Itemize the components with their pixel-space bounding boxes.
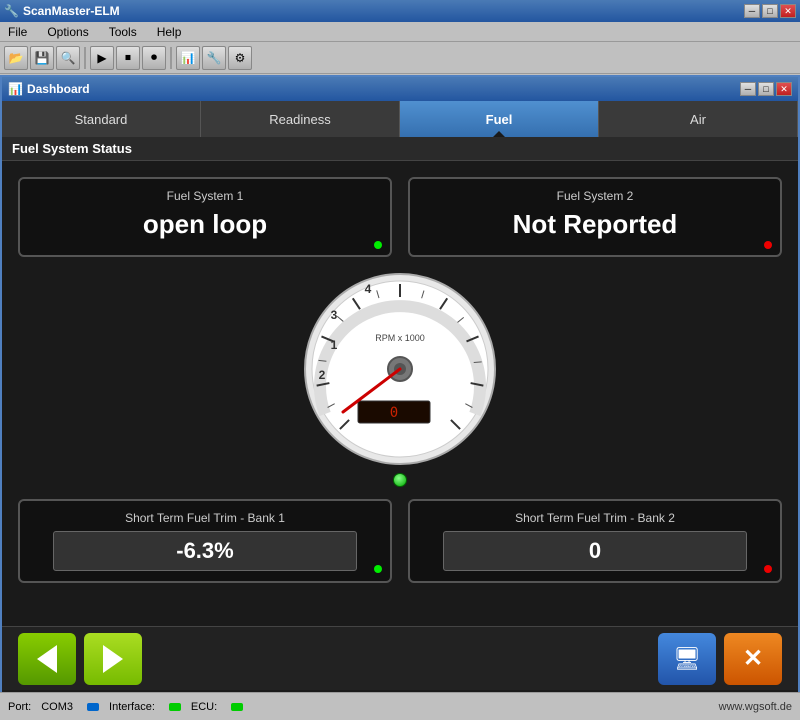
toolbar-icon-8[interactable]: 🔧 (202, 46, 226, 70)
menu-options[interactable]: Options (43, 25, 92, 39)
svg-text:4: 4 (365, 282, 372, 296)
fuel-card-1: Fuel System 1 open loop (18, 177, 392, 257)
interface-label: Interface: (109, 701, 155, 713)
toolbar: 📂 💾 🔍 ▶ ⏹ ⏺ 📊 🔧 ⚙ (0, 42, 800, 74)
trim-card-2-title: Short Term Fuel Trim - Bank 2 (515, 511, 675, 525)
toolbar-icon-3[interactable]: 🔍 (56, 46, 80, 70)
forward-button[interactable] (84, 633, 142, 685)
trim-card-2-indicator (764, 565, 772, 573)
outer-title: 🔧 ScanMaster-ELM (4, 4, 120, 18)
section-title: Fuel System Status (2, 137, 798, 161)
trim-cards-row: Short Term Fuel Trim - Bank 1 -6.3% Shor… (18, 499, 782, 583)
outer-titlebar: 🔧 ScanMaster-ELM ─ □ ✕ (0, 0, 800, 22)
tab-readiness[interactable]: Readiness (201, 101, 400, 137)
tabs-bar: Standard Readiness Fuel Air (2, 101, 798, 137)
inner-maximize-button[interactable]: □ (758, 82, 774, 96)
close-x-icon: ✕ (743, 644, 763, 673)
tab-air[interactable]: Air (599, 101, 798, 137)
toolbar-sep-2 (170, 47, 172, 69)
menu-help[interactable]: Help (153, 25, 186, 39)
nav-buttons (18, 633, 142, 685)
trim-card-1: Short Term Fuel Trim - Bank 1 -6.3% (18, 499, 392, 583)
svg-text:0: 0 (390, 405, 400, 421)
back-button[interactable] (18, 633, 76, 685)
interface-led (169, 703, 181, 711)
inner-title: 📊 Dashboard (8, 82, 90, 96)
status-bar: Port: COM3 Interface: ECU: www.wgsoft.de (0, 692, 800, 720)
svg-text:1: 1 (331, 338, 338, 352)
port-led (87, 703, 99, 711)
toolbar-sep-1 (84, 47, 86, 69)
gauge-area: 1 1 2 3 4 RPM x 1000 (18, 269, 782, 487)
menubar: File Options Tools Help (0, 22, 800, 42)
fuel-cards-row: Fuel System 1 open loop Fuel System 2 No… (18, 177, 782, 257)
dashboard-title: Dashboard (27, 82, 90, 96)
inner-titlebar: 📊 Dashboard ─ □ ✕ (2, 77, 798, 101)
outer-maximize-button[interactable]: □ (762, 4, 778, 18)
inner-window: 📊 Dashboard ─ □ ✕ Standard Readiness Fue… (0, 75, 800, 720)
toolbar-icon-2[interactable]: 💾 (30, 46, 54, 70)
forward-arrow-icon (103, 645, 123, 673)
port-label: Port: (8, 701, 31, 713)
trim-card-1-value: -6.3% (176, 538, 233, 563)
fuel-card-1-title: Fuel System 1 (167, 189, 244, 203)
rpm-gauge: 1 1 2 3 4 RPM x 1000 (300, 269, 500, 469)
ecu-led (231, 703, 243, 711)
port-value: COM3 (41, 701, 73, 713)
toolbar-icon-7[interactable]: 📊 (176, 46, 200, 70)
tab-standard[interactable]: Standard (2, 101, 201, 137)
gauge-svg: 1 1 2 3 4 RPM x 1000 (300, 269, 500, 469)
back-arrow-icon (37, 645, 57, 673)
fuel-card-1-value: open loop (143, 209, 267, 240)
outer-title-icon: 🔧 (4, 4, 19, 18)
svg-text:2: 2 (319, 368, 326, 382)
toolbar-icon-4[interactable]: ▶ (90, 46, 114, 70)
gauge-indicator (393, 473, 407, 487)
ecu-label: ECU: (191, 701, 217, 713)
outer-window-buttons: ─ □ ✕ (744, 4, 796, 18)
outer-title-text: ScanMaster-ELM (23, 4, 120, 18)
outer-minimize-button[interactable]: ─ (744, 4, 760, 18)
gauge-green-dot (393, 473, 407, 487)
action-buttons: 🖥 ✕ (658, 633, 782, 685)
dashboard-icon: 📊 (8, 82, 23, 96)
toolbar-icon-9[interactable]: ⚙ (228, 46, 252, 70)
fuel-card-2-indicator (764, 241, 772, 249)
trim-card-2-box: 0 (443, 531, 747, 571)
svg-text:RPM x 1000: RPM x 1000 (375, 333, 425, 343)
fuel-card-2: Fuel System 2 Not Reported (408, 177, 782, 257)
inner-minimize-button[interactable]: ─ (740, 82, 756, 96)
toolbar-icon-5[interactable]: ⏹ (116, 46, 140, 70)
status-website: www.wgsoft.de (719, 701, 792, 713)
monitor-icon: 🖥 (673, 646, 701, 672)
toolbar-icon-1[interactable]: 📂 (4, 46, 28, 70)
content-area: Fuel System 1 open loop Fuel System 2 No… (2, 161, 798, 599)
svg-text:3: 3 (331, 308, 338, 322)
monitor-button[interactable]: 🖥 (658, 633, 716, 685)
trim-card-2-value: 0 (589, 538, 601, 563)
inner-close-button[interactable]: ✕ (776, 82, 792, 96)
toolbar-icon-6[interactable]: ⏺ (142, 46, 166, 70)
fuel-card-2-title: Fuel System 2 (557, 189, 634, 203)
trim-card-1-title: Short Term Fuel Trim - Bank 1 (125, 511, 285, 525)
menu-tools[interactable]: Tools (105, 25, 141, 39)
outer-close-button[interactable]: ✕ (780, 4, 796, 18)
close-button[interactable]: ✕ (724, 633, 782, 685)
inner-window-buttons: ─ □ ✕ (740, 82, 792, 96)
fuel-card-1-indicator (374, 241, 382, 249)
status-left: Port: COM3 Interface: ECU: (8, 701, 243, 713)
trim-card-1-box: -6.3% (53, 531, 357, 571)
menu-file[interactable]: File (4, 25, 31, 39)
fuel-card-2-value: Not Reported (513, 209, 678, 240)
trim-card-1-indicator (374, 565, 382, 573)
trim-card-2: Short Term Fuel Trim - Bank 2 0 (408, 499, 782, 583)
tab-fuel[interactable]: Fuel (400, 101, 599, 137)
bottom-bar: 🖥 ✕ (2, 626, 798, 690)
